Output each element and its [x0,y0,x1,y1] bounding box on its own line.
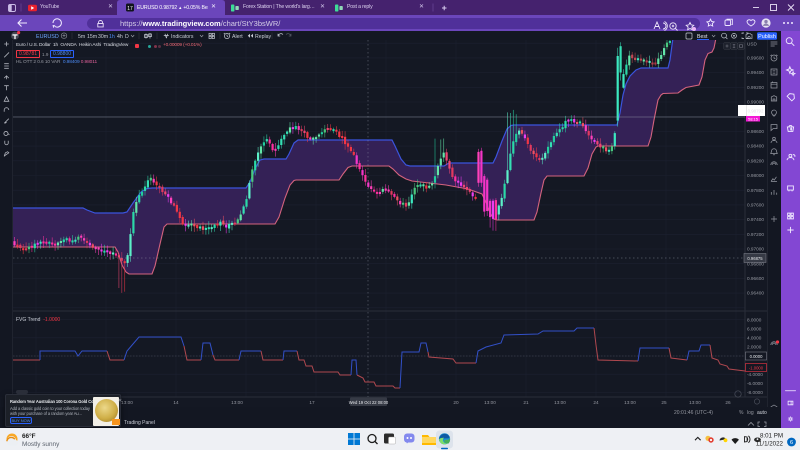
svg-text:0.98000: 0.98000 [747,173,764,178]
svg-text:Publish: Publish [758,34,776,40]
svg-text:25: 25 [661,400,667,405]
svg-text:0.97000: 0.97000 [747,247,764,252]
svg-text:13:00: 13:00 [484,400,496,405]
svg-text:13:00: 13:00 [121,400,133,405]
svg-text:11/1/2022: 11/1/2022 [756,441,784,448]
svg-text:0.97600: 0.97600 [747,203,764,208]
svg-text:0.97200: 0.97200 [747,232,764,237]
svg-text:0.98400: 0.98400 [747,144,764,149]
svg-text:0.96875: 0.96875 [747,256,763,261]
svg-text:6.0000: 6.0000 [747,327,762,332]
svg-text:2.0000: 2.0000 [747,345,762,350]
svg-text:USD: USD [747,42,758,47]
svg-text:24: 24 [593,400,599,405]
svg-text:13:00: 13:00 [231,400,243,405]
svg-text:Wed 19 Oct 22 08:00: Wed 19 Oct 22 08:00 [349,400,389,405]
svg-text:21: 21 [523,400,529,405]
svg-text:-4.0000: -4.0000 [747,372,763,377]
svg-text:-8.0000: -8.0000 [747,390,763,395]
svg-text:17: 17 [309,400,315,405]
svg-text:0.99200: 0.99200 [747,85,764,90]
svg-text:0.98600: 0.98600 [747,129,764,134]
svg-text:0.96400: 0.96400 [747,291,764,296]
svg-text:14: 14 [173,400,179,405]
svg-text:13:00: 13:00 [689,400,701,405]
svg-text:17: 17 [127,6,133,12]
svg-text:8:01 PM: 8:01 PM [760,433,783,440]
svg-text:0.98200: 0.98200 [747,158,764,163]
svg-text:0.99000: 0.99000 [747,100,764,105]
svg-text:0.96600: 0.96600 [747,276,764,281]
svg-text:0.98792: 0.98792 [748,109,764,114]
svg-text:0.97800: 0.97800 [747,188,764,193]
svg-text:13:00: 13:00 [624,400,636,405]
svg-text:-6.0000: -6.0000 [747,381,763,386]
svg-text:6: 6 [790,440,793,446]
svg-text:Mostly sunny: Mostly sunny [22,441,60,448]
svg-text:0.99600: 0.99600 [747,56,764,61]
svg-text:8.0000: 8.0000 [747,317,762,322]
svg-text:58:15: 58:15 [748,116,759,121]
svg-text:66°F: 66°F [22,432,36,440]
svg-text:20: 20 [453,400,459,405]
svg-text:0.99400: 0.99400 [747,70,764,75]
svg-text:-1.0000: -1.0000 [749,366,764,371]
svg-text:4.0000: 4.0000 [747,336,762,341]
svg-text:0.0000: 0.0000 [750,354,763,359]
svg-text:13:00: 13:00 [554,400,566,405]
svg-text:26: 26 [725,400,731,405]
svg-text:0.97400: 0.97400 [747,217,764,222]
